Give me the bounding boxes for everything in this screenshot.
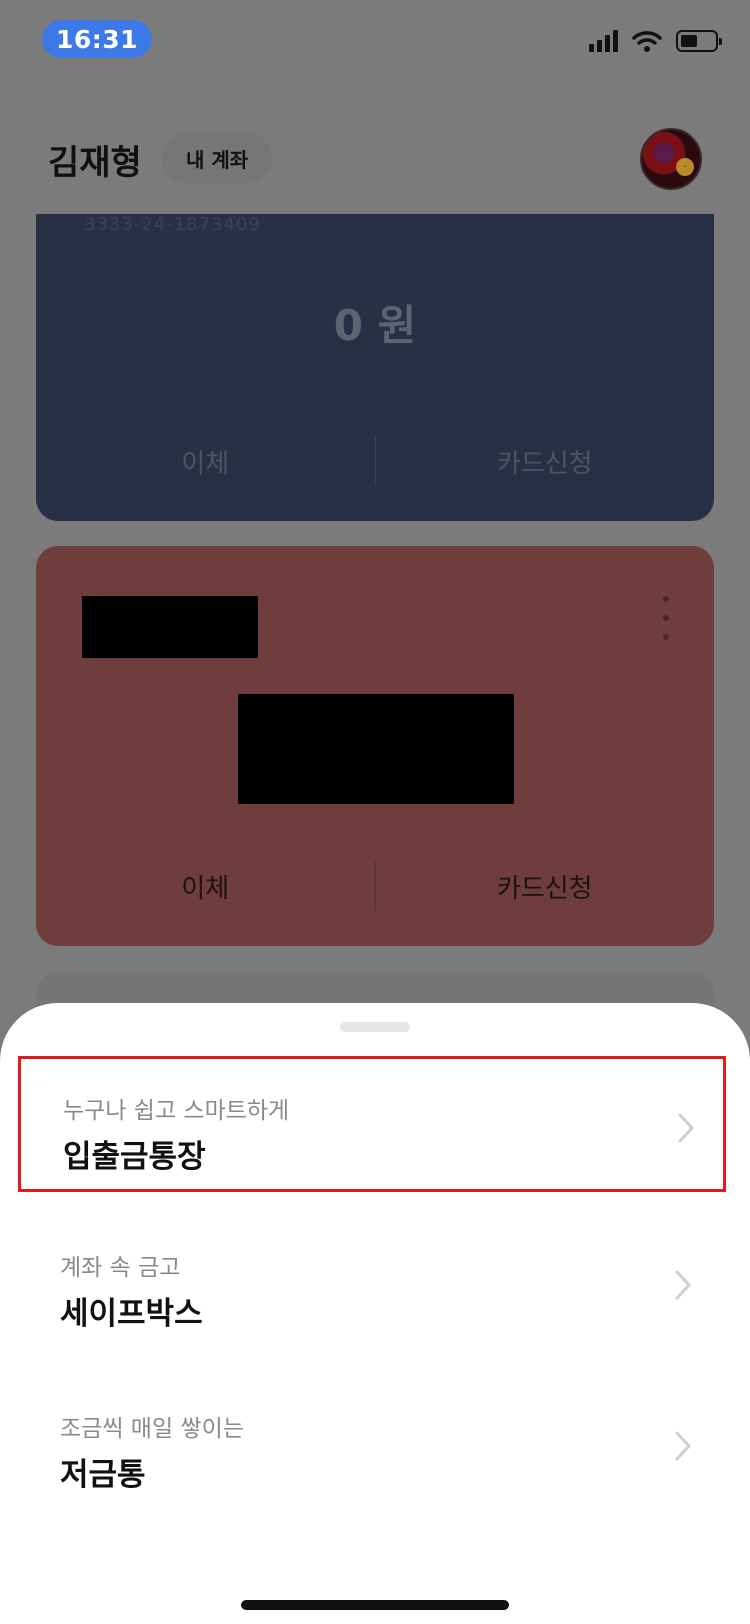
product-bottom-sheet: 누구나 쉽고 스마트하게 입출금통장 계좌 속 금고 세이프박스 조금씩 매일 … — [0, 1003, 750, 1624]
wifi-icon — [632, 31, 662, 52]
my-accounts-chip[interactable]: 내 계좌 — [162, 133, 273, 183]
home-indicator[interactable] — [241, 1600, 509, 1610]
card-apply-button[interactable]: 카드신청 — [376, 868, 715, 905]
account-card-main[interactable]: 3333-24-1873409 0 원 이체 카드신청 — [36, 214, 714, 521]
chevron-right-icon — [675, 1270, 691, 1300]
option-title: 입출금통장 — [63, 1139, 206, 1175]
status-bar: 16:31 — [0, 0, 750, 82]
sheet-grabber[interactable] — [340, 1022, 410, 1032]
more-options-icon[interactable] — [662, 596, 670, 640]
transfer-button[interactable]: 이체 — [36, 443, 375, 480]
avatar-badge-icon: · — [676, 158, 694, 176]
transfer-button[interactable]: 이체 — [36, 868, 375, 905]
user-name: 김재형 — [48, 143, 142, 183]
option-safebox[interactable]: 계좌 속 금고 세이프박스 — [18, 1216, 726, 1352]
status-time: 16:31 — [42, 20, 152, 58]
account-balance: 0 원 — [333, 301, 417, 350]
card-actions: 이체 카드신청 — [36, 401, 714, 521]
account-card-secondary[interactable]: 이체 카드신청 — [36, 546, 714, 946]
cellular-signal-icon — [589, 30, 618, 52]
header: 김재형 내 계좌 · — [0, 115, 750, 205]
chevron-right-icon — [678, 1113, 694, 1143]
app-screen: 16:31 김재형 내 계좌 · 3333-24-1873409 0 원 이체 … — [0, 0, 750, 1624]
option-checking-account[interactable]: 누구나 쉽고 스마트하게 입출금통장 — [18, 1056, 726, 1192]
option-subtitle: 누구나 쉽고 스마트하게 — [63, 1098, 290, 1124]
option-title: 세이프박스 — [60, 1296, 203, 1332]
profile-avatar[interactable]: · — [640, 128, 702, 190]
chevron-right-icon — [675, 1431, 691, 1461]
option-subtitle: 조금씩 매일 쌓이는 — [60, 1416, 244, 1442]
option-subtitle: 계좌 속 금고 — [60, 1255, 181, 1281]
battery-icon — [676, 30, 722, 52]
option-title: 저금통 — [60, 1457, 146, 1493]
card-actions: 이체 카드신청 — [36, 826, 714, 946]
status-icons — [589, 30, 722, 52]
redacted-account-name — [82, 596, 258, 658]
account-number: 3333-24-1873409 — [84, 214, 261, 235]
card-apply-button[interactable]: 카드신청 — [376, 443, 715, 480]
redacted-balance — [238, 694, 514, 804]
option-piggy-bank[interactable]: 조금씩 매일 쌓이는 저금통 — [18, 1377, 726, 1513]
